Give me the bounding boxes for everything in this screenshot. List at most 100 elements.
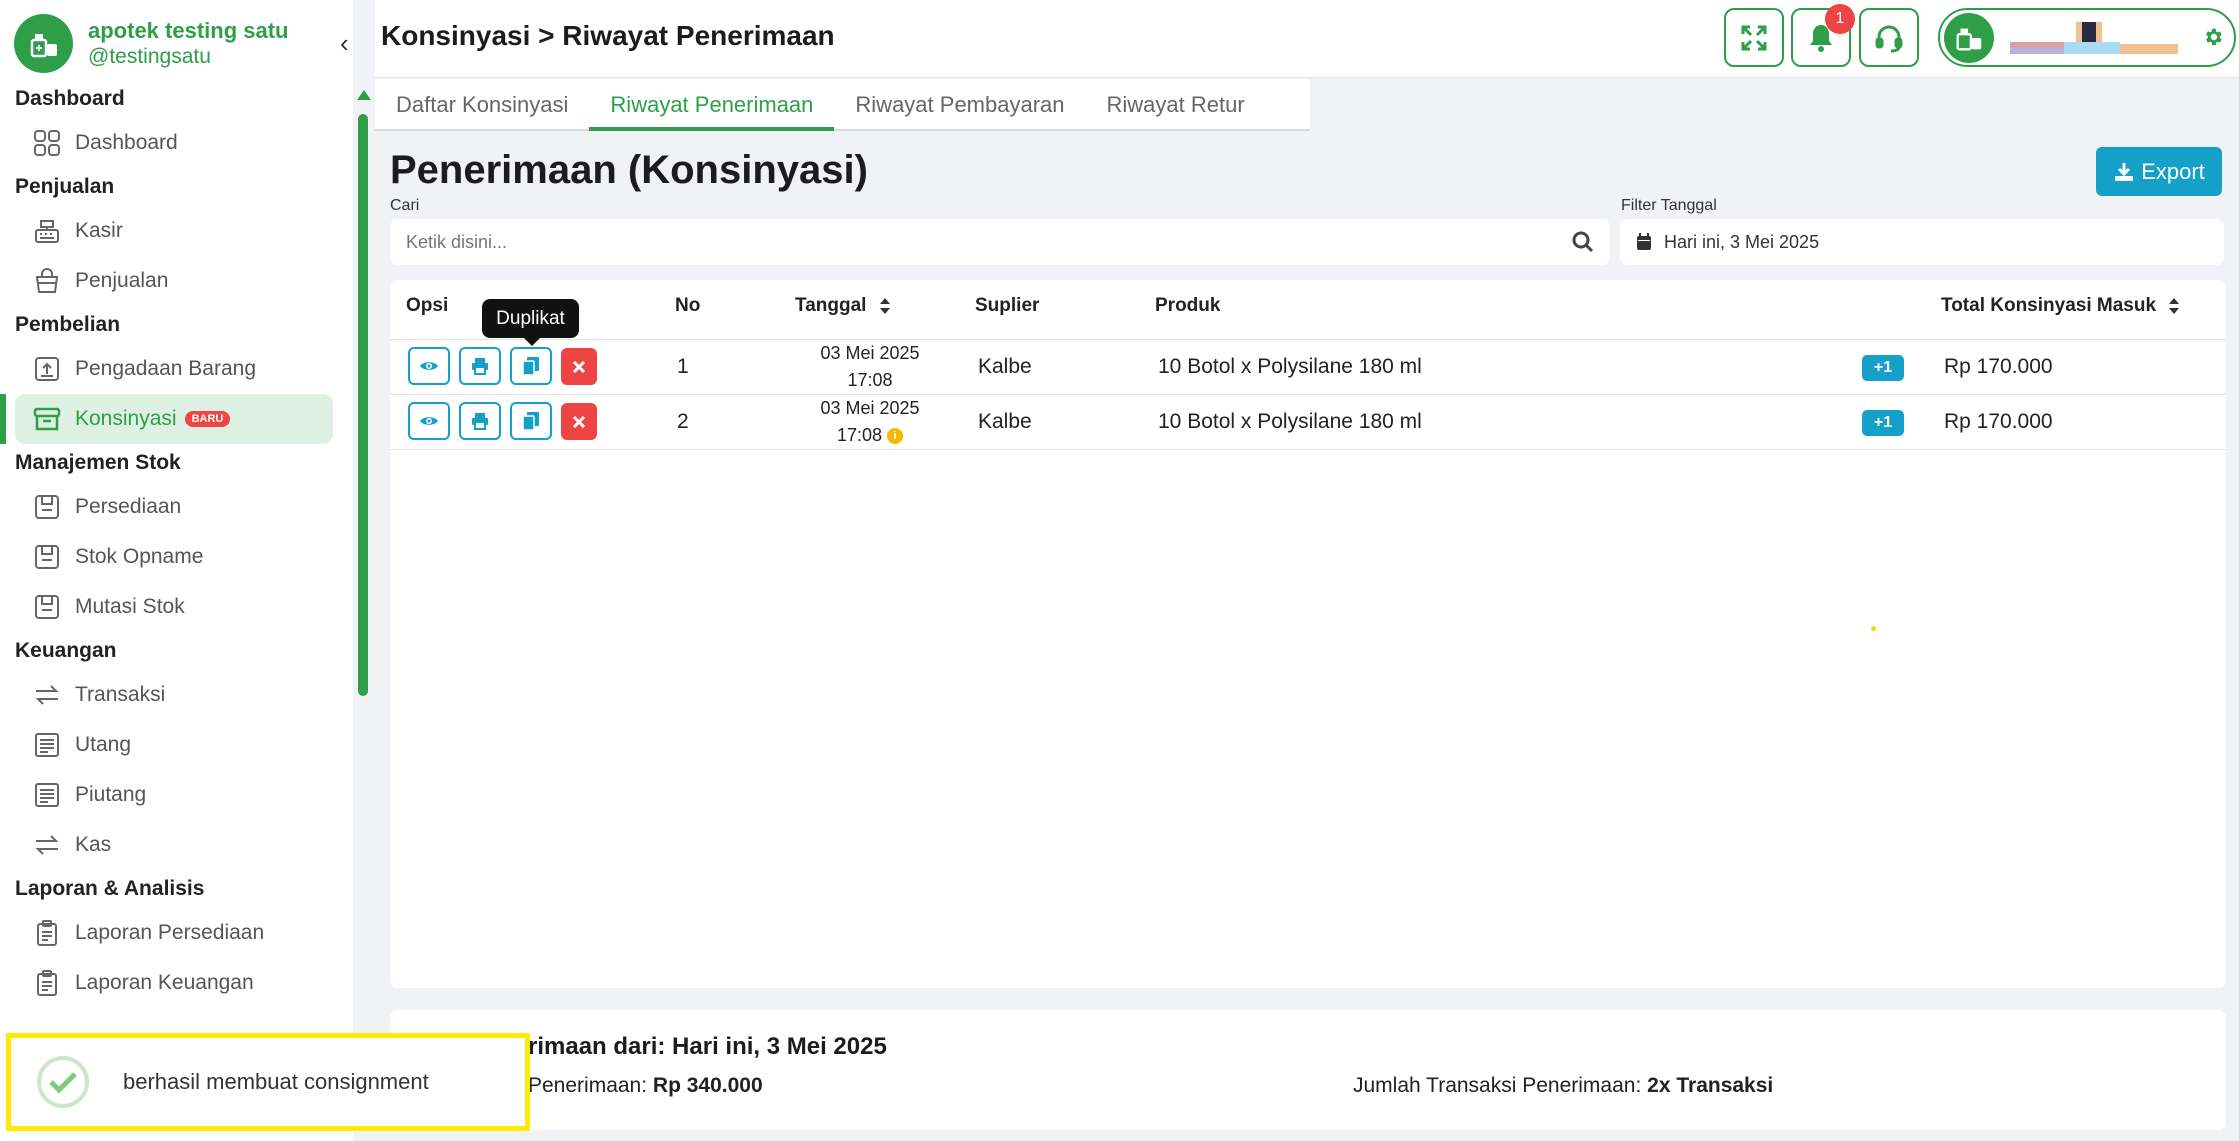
column-header-total[interactable]: Total Konsinyasi Masuk [1941, 295, 2180, 317]
column-header-tanggal[interactable]: Tanggal [795, 295, 890, 317]
box-upload-icon [32, 354, 62, 384]
top-header: Konsinyasi > Riwayat Penerimaan 1 [375, 0, 2239, 78]
row-date-time: 17:08 [847, 370, 893, 390]
sidebar-item-konsinyasi[interactable]: Konsinyasi BARU [0, 394, 333, 444]
tab-bar: Daftar Konsinyasi Riwayat Penerimaan Riway… [375, 79, 1310, 131]
sidebar-item-kas[interactable]: Kas [0, 820, 340, 870]
menu-section-title: Penjualan [15, 175, 115, 198]
more-products-badge[interactable]: +1 [1862, 410, 1904, 436]
sidebar-item-penjualan[interactable]: Penjualan [0, 256, 340, 306]
sidebar-item-label: Mutasi Stok [75, 595, 185, 618]
sidebar-item-mutasi-stok[interactable]: Mutasi Stok [0, 582, 340, 632]
total-header-label: Total Konsinyasi Masuk [1941, 295, 2157, 316]
row-total: Rp 170.000 [1944, 355, 2053, 378]
clipboard-icon [32, 918, 62, 948]
duplicate-button[interactable] [510, 347, 552, 385]
row-date-time-wrap: 17:08 [805, 367, 935, 394]
stock-icon [32, 542, 62, 572]
summary-total-label: Penerimaan: [528, 1074, 648, 1097]
sidebar-item-kasir[interactable]: Kasir [0, 206, 340, 256]
collapse-sidebar-button[interactable]: ‹ [340, 28, 349, 59]
ledger-icon [32, 730, 62, 760]
sidebar-item-label: Piutang [75, 783, 147, 806]
eye-icon [419, 414, 439, 428]
row-date-day: 03 Mei 2025 [820, 343, 920, 363]
check-circle-icon [37, 1056, 89, 1108]
success-toast[interactable]: berhasil membuat consignment [6, 1033, 530, 1131]
search-icon[interactable] [1572, 231, 1594, 253]
notification-button[interactable]: 1 [1791, 4, 1855, 67]
active-indicator [0, 394, 6, 444]
sidebar-item-utang[interactable]: Utang [0, 720, 340, 770]
info-icon[interactable]: i [887, 428, 904, 445]
scrollbar-thumb[interactable] [358, 114, 368, 696]
summary-total: Penerimaan: Rp 340.000 [528, 1074, 763, 1098]
column-header-no: No [675, 295, 701, 316]
row-date-time: 17:08 [836, 425, 883, 445]
profile-menu[interactable] [1938, 8, 2236, 67]
sidebar-item-label: Penjualan [75, 269, 169, 292]
sidebar-item-stok-opname[interactable]: Stok Opname [0, 532, 340, 582]
row-number: 1 [677, 355, 689, 378]
sidebar-item-persediaan[interactable]: Persediaan [0, 482, 340, 532]
toast-message: berhasil membuat consignment [123, 1069, 429, 1094]
row-divider [390, 449, 2226, 450]
sidebar-item-laporan-persediaan[interactable]: Laporan Persediaan [0, 908, 340, 958]
row-product: 10 Botol x Polysilane 180 ml [1158, 410, 1422, 433]
sidebar-menu: Dashboard Dashboard Penjualan Kasir Penjuala… [0, 80, 340, 1008]
tab-riwayat-penerimaan[interactable]: Riwayat Penerimaan [589, 79, 835, 131]
date-filter-input[interactable]: Hari ini, 3 Mei 2025 [1620, 219, 2224, 265]
support-button[interactable] [1859, 8, 1919, 67]
sidebar-item-piutang[interactable]: Piutang [0, 770, 340, 820]
sort-icon[interactable] [2169, 297, 2180, 314]
menu-section-title: Pembelian [15, 313, 121, 336]
search-field[interactable] [390, 219, 1610, 265]
tab-riwayat-pembayaran[interactable]: Riwayat Pembayaran [834, 79, 1085, 131]
duplicate-button[interactable] [510, 402, 552, 440]
sidebar-item-label: Dashboard [75, 131, 178, 154]
sidebar-item-laporan-keuangan[interactable]: Laporan Keuangan [0, 958, 340, 1008]
view-button[interactable] [408, 347, 450, 385]
sidebar-item-label: Kas [75, 833, 112, 856]
new-badge: BARU [184, 411, 231, 427]
tab-daftar-konsinyasi[interactable]: Daftar Konsinyasi [375, 79, 589, 131]
row-date: 03 Mei 2025 17:08 [805, 340, 935, 394]
sidebar-item-transaksi[interactable]: Transaksi [0, 670, 340, 720]
copy-icon [523, 412, 539, 430]
tab-riwayat-retur[interactable]: Riwayat Retur [1086, 79, 1266, 131]
delete-button[interactable] [561, 348, 597, 385]
search-input[interactable] [406, 232, 1526, 253]
sort-icon[interactable] [879, 297, 890, 314]
gear-icon[interactable] [2202, 26, 2224, 48]
scroll-up-arrow-icon[interactable] [357, 90, 371, 100]
sidebar-item-dashboard[interactable]: Dashboard [0, 118, 340, 168]
close-icon [572, 360, 586, 374]
table-row[interactable]: 2 03 Mei 2025 17:08 i Kalbe 10 Botol x Polys… [390, 395, 2226, 450]
delete-button[interactable] [561, 403, 597, 440]
table-row[interactable]: 1 03 Mei 2025 17:08 Kalbe 10 Botol x Polysil… [390, 340, 2226, 395]
ledger-icon [32, 780, 62, 810]
breadcrumb: Konsinyasi > Riwayat Penerimaan [381, 20, 835, 51]
sidebar-item-label: Utang [75, 733, 132, 756]
printer-icon [471, 357, 489, 375]
fullscreen-button[interactable] [1724, 8, 1784, 67]
print-button[interactable] [459, 347, 501, 385]
archive-icon [32, 404, 62, 434]
pharmacy-logo-icon [14, 14, 73, 73]
view-button[interactable] [408, 402, 450, 440]
export-button[interactable]: Export [2096, 147, 2222, 196]
menu-section-title: Dashboard [15, 87, 125, 110]
receipt-table: Opsi No Tanggal Suplier Produk Total Kon… [390, 280, 2226, 988]
print-button[interactable] [459, 402, 501, 440]
copy-icon [523, 357, 539, 375]
row-date-time-wrap: 17:08 i [805, 422, 935, 449]
brand[interactable]: apotek testing satu @testingsatu [14, 14, 288, 73]
export-label: Export [2141, 158, 2205, 184]
sidebar-item-pengadaan-barang[interactable]: Pengadaan Barang [0, 344, 340, 394]
sidebar-scrollbar[interactable] [356, 90, 372, 700]
sidebar-item-label: Pengadaan Barang [75, 357, 256, 380]
column-header-suplier: Suplier [975, 295, 1040, 316]
row-supplier: Kalbe [978, 355, 1032, 378]
more-products-badge[interactable]: +1 [1862, 355, 1904, 381]
cash-register-icon [32, 216, 62, 246]
